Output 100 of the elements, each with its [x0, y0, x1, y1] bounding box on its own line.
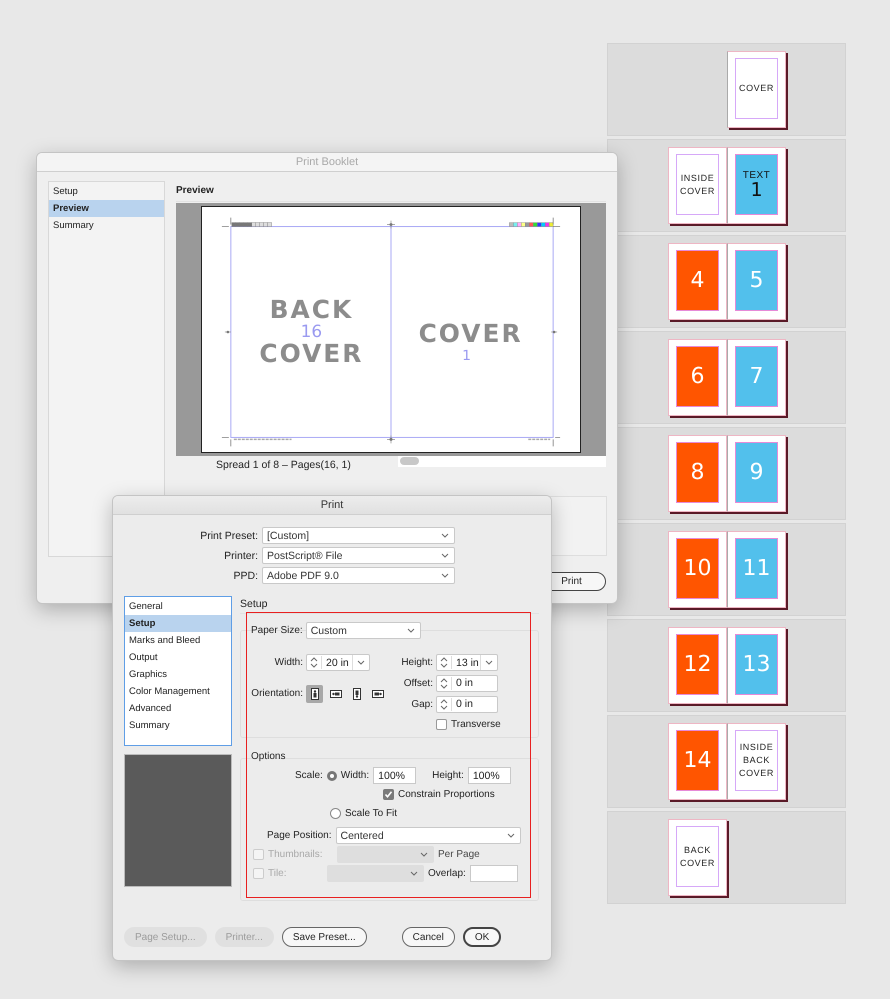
field-label: Scale: — [295, 770, 323, 781]
registration-mark — [386, 435, 396, 444]
window-title: Print — [113, 496, 551, 515]
dialog-button[interactable]: Save Preset... — [282, 927, 367, 947]
chevron-icon — [406, 628, 415, 633]
spread-thumbnail[interactable]: 14 INSIDE BACK COVER — [668, 723, 786, 800]
page-number: 6 — [690, 364, 704, 389]
radio-label: Width: — [340, 770, 370, 781]
number-field[interactable]: 0 in — [436, 696, 498, 712]
dropdown[interactable]: PostScript® File — [262, 547, 455, 564]
reverse-portrait-icon — [350, 688, 362, 700]
checkbox[interactable] — [436, 718, 447, 730]
chevron-icon — [441, 573, 449, 578]
page-number: 11 — [742, 556, 770, 581]
sidebar-item[interactable]: Graphics — [125, 666, 231, 683]
page-number: 7 — [750, 364, 764, 389]
spread-caption: Spread 1 of 8 – Pages(16, 1) — [215, 458, 352, 473]
page-label: INSIDE COVER — [678, 172, 716, 198]
section-heading: Preview — [176, 181, 606, 202]
reverse-landscape-icon — [372, 688, 384, 700]
field-label: Width: — [274, 657, 303, 668]
page-number-text: 1 — [462, 348, 472, 364]
spread-thumbnail[interactable]: BACK COVER — [668, 819, 786, 896]
dropdown[interactable]: Centered — [336, 827, 520, 844]
page-number: 10 — [684, 556, 712, 581]
radio-button[interactable] — [330, 808, 341, 819]
group-heading: Options — [251, 751, 286, 762]
text-field[interactable] — [470, 865, 518, 882]
checkbox-label: Constrain Proportions — [398, 789, 495, 800]
radio-button[interactable] — [326, 770, 337, 780]
dialog-button[interactable]: OK — [462, 927, 502, 947]
checkbox[interactable] — [383, 789, 394, 800]
sidebar-item[interactable]: Summary — [49, 217, 164, 234]
page-label: COVER — [738, 82, 775, 95]
spread-thumbnail[interactable]: COVER — [668, 51, 786, 128]
page-thumbnail[interactable]: COVER — [727, 51, 786, 128]
orientation-button[interactable] — [306, 684, 323, 702]
scrollbar[interactable] — [398, 456, 606, 467]
page-thumbnail[interactable]: INSIDE COVER — [668, 147, 727, 224]
page-number: 14 — [684, 748, 712, 773]
sidebar-item[interactable]: Color Management — [125, 683, 231, 700]
registration-mark — [386, 220, 396, 229]
slug-line — [234, 438, 292, 440]
checkbox-label: Thumbnails: — [268, 849, 324, 860]
scroll-thumb[interactable] — [400, 457, 419, 465]
color-bar — [232, 222, 272, 227]
page-number: 13 — [742, 652, 770, 677]
dropdown[interactable]: Custom — [306, 622, 421, 639]
portrait-icon — [308, 688, 320, 700]
chevron-icon — [410, 871, 418, 876]
checkbox-label: Tile: — [268, 868, 288, 879]
sidebar-item[interactable]: Output — [125, 649, 231, 666]
window-title: Print Booklet — [37, 153, 617, 172]
field-label: Paper Size: — [251, 625, 303, 636]
sidebar-item[interactable]: Marks and Bleed — [125, 632, 231, 649]
page-number: 8 — [690, 460, 704, 485]
field-label: Height: — [432, 770, 464, 781]
dropdown[interactable]: [Custom] — [262, 527, 455, 544]
chevron-icon — [357, 660, 365, 665]
number-field[interactable]: 20 in — [306, 654, 370, 671]
slug-line — [528, 438, 550, 440]
field-label: Per Page — [438, 849, 480, 860]
page-thumbnail[interactable]: INSIDE BACK COVER — [727, 723, 786, 800]
radio-label: Scale To Fit — [345, 808, 398, 819]
sidebar-item[interactable]: Advanced — [125, 700, 231, 717]
registration-mark — [550, 330, 558, 334]
sidebar-item[interactable]: General — [125, 598, 231, 615]
chevron-icon — [506, 833, 514, 838]
page-label: TEXT — [742, 170, 770, 181]
page-number: 12 — [684, 652, 712, 677]
text-field[interactable]: 100% — [373, 767, 416, 784]
field-label: Printer: — [223, 550, 258, 562]
text-field[interactable]: 100% — [468, 767, 511, 784]
page-title-line: COVER — [259, 338, 364, 368]
number-field[interactable]: 13 in — [436, 654, 498, 671]
dropdown[interactable]: Adobe PDF 9.0 — [262, 567, 455, 584]
number-field[interactable]: 0 in — [436, 674, 498, 692]
page-thumbnail[interactable]: BACK COVER — [668, 819, 727, 896]
dialog-button[interactable]: Cancel — [402, 927, 455, 947]
chevron-icon — [441, 553, 449, 558]
color-bar — [509, 222, 554, 227]
field-label: Offset: — [402, 678, 433, 688]
page-title-line: COVER — [418, 318, 523, 348]
sidebar-item[interactable]: Setup — [49, 183, 164, 200]
chevron-icon — [485, 660, 493, 665]
page-label: BACK COVER — [678, 844, 716, 870]
page-number: 1 — [750, 181, 763, 199]
sidebar-item[interactable]: Setup — [125, 615, 231, 632]
field-label: Overlap: — [428, 868, 466, 879]
page-number: 9 — [750, 460, 764, 485]
section-heading: Setup — [240, 596, 539, 614]
spread-thumbnail[interactable]: INSIDE COVER TEXT 1 — [668, 147, 786, 224]
page-label: INSIDE BACK COVER — [738, 741, 775, 780]
field-label: Orientation: — [250, 688, 303, 699]
page-thumbnail[interactable]: TEXT 1 — [727, 147, 786, 224]
page-number: 5 — [750, 268, 764, 293]
chevron-icon — [420, 852, 428, 857]
registration-mark — [224, 330, 232, 334]
sidebar-item[interactable]: Summary — [125, 717, 231, 734]
sidebar-item[interactable]: Preview — [49, 200, 164, 217]
